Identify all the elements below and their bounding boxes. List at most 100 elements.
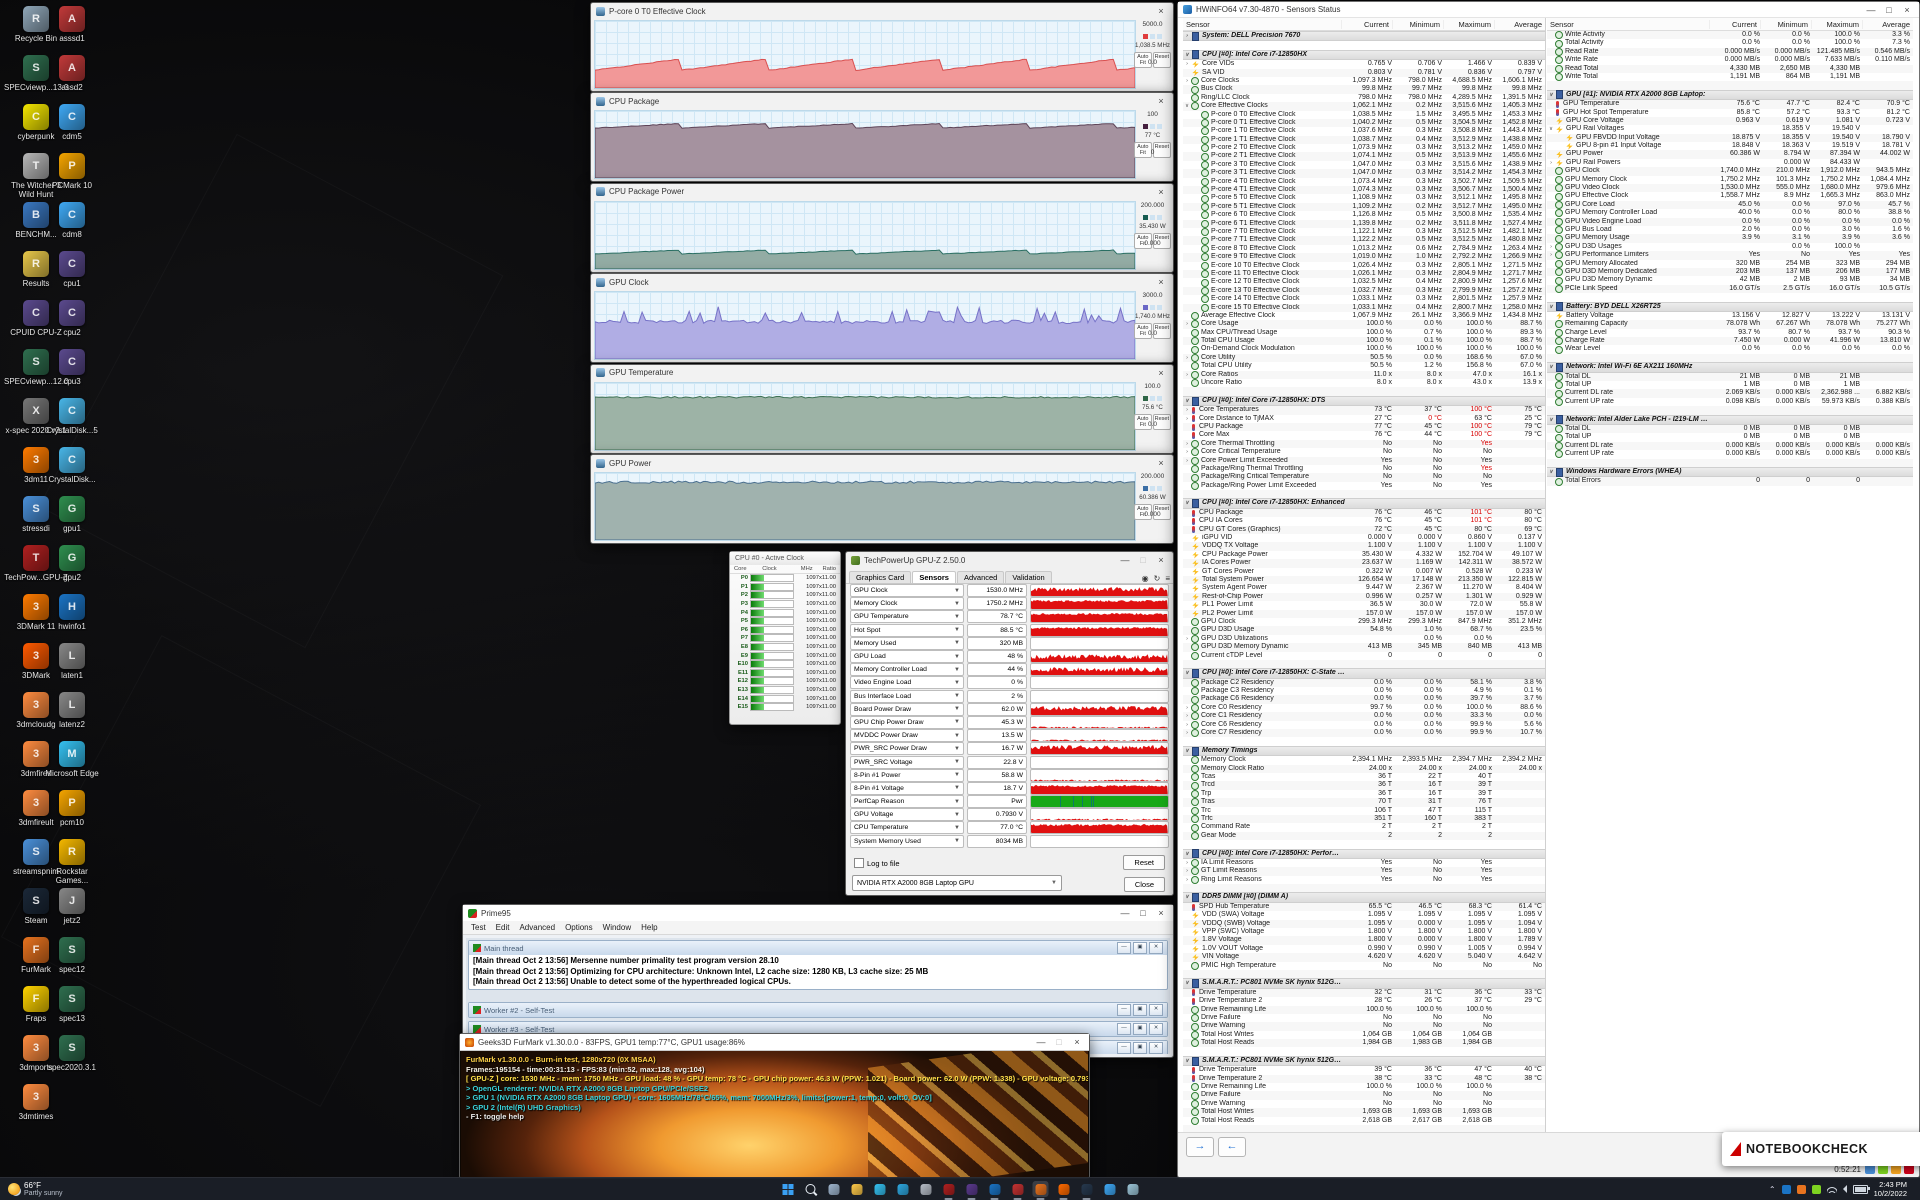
sensor-row[interactable]: VDDQ TX Voltage1.100 V1.100 V1.100 V1.10… bbox=[1183, 542, 1545, 550]
desktop-icon-cdm5[interactable]: Ccdm5 bbox=[40, 104, 104, 141]
sensor-row[interactable]: Average Effective Clock1,067.9 MHz26.1 M… bbox=[1183, 312, 1545, 320]
desktop-icon-assd2[interactable]: Aassd2 bbox=[40, 55, 104, 92]
close-icon[interactable]: × bbox=[1900, 5, 1914, 15]
menu-window[interactable]: Window bbox=[603, 923, 631, 932]
sensor-row[interactable]: Trp36 T16 T39 T bbox=[1183, 790, 1545, 798]
sensor-row[interactable]: Write Total1,191 MB864 MB1,191 MB bbox=[1547, 73, 1913, 81]
sensor-dropdown[interactable]: Memory Clock▼ bbox=[850, 597, 964, 610]
sensor-row[interactable]: E-core 13 T0 Effective Clock1,032.7 MHz0… bbox=[1183, 287, 1545, 295]
sensor-row[interactable]: Drive Remaining Life100.0 %100.0 %100.0 … bbox=[1183, 1083, 1545, 1091]
sensor-row[interactable]: ›Core Critical TemperatureNoNoNo bbox=[1183, 448, 1545, 456]
sensor-row[interactable]: Package/Ring Critical TemperatureNoNoNo bbox=[1183, 473, 1545, 481]
menu-icon[interactable]: ≡ bbox=[1165, 574, 1170, 583]
expand-icon[interactable]: ∨ bbox=[1547, 468, 1555, 476]
sensor-row[interactable]: P-core 0 T1 Effective Clock1,040.2 MHz0.… bbox=[1183, 119, 1545, 127]
sensor-row[interactable]: Package C3 Residency0.0 %0.0 %4.9 %0.1 % bbox=[1183, 687, 1545, 695]
sensor-row[interactable]: GPU D3D Usage54.8 %1.0 %68.7 %23.5 % bbox=[1183, 626, 1545, 634]
close-icon[interactable]: × bbox=[1154, 458, 1168, 468]
taskbar-icon-notepad[interactable] bbox=[1125, 1181, 1141, 1197]
sensor-row[interactable]: ›Core C7 Residency0.0 %0.0 %99.9 %10.7 % bbox=[1183, 729, 1545, 737]
sensor-section-row[interactable]: ∨Network: Intel Alder Lake PCH - I219-LM… bbox=[1547, 415, 1913, 425]
sensor-row[interactable]: GPU Memory Usage3.9 %3.1 %3.9 %3.6 % bbox=[1547, 234, 1913, 242]
sensor-row[interactable]: Total Host Writes1,693 GB1,693 GB1,693 G… bbox=[1183, 1108, 1545, 1116]
sensor-row[interactable]: ›GPU Performance LimitersYesNoYesYes bbox=[1547, 251, 1913, 259]
close-button[interactable]: Close bbox=[1124, 877, 1165, 892]
taskbar-icon-file-explorer[interactable] bbox=[849, 1181, 865, 1197]
close-icon[interactable]: × bbox=[1070, 1037, 1084, 1047]
taskbar-icon-3dmark[interactable] bbox=[1056, 1181, 1072, 1197]
desktop-icon-asssd1[interactable]: Aasssd1 bbox=[40, 6, 104, 43]
sensor-row[interactable]: Total UP1 MB0 MB1 MB bbox=[1547, 381, 1913, 389]
expand-icon[interactable]: › bbox=[1183, 440, 1191, 448]
minimize-icon[interactable]: — bbox=[1034, 1037, 1048, 1047]
sensor-row[interactable]: P-core 5 T1 Effective Clock1,109.2 MHz0.… bbox=[1183, 203, 1545, 211]
menu-options[interactable]: Options bbox=[565, 923, 593, 932]
desktop-icon-spec2020-3-1[interactable]: Sspec2020.3.1 bbox=[40, 1035, 104, 1072]
gpuz-window[interactable]: TechPowerUp GPU-Z 2.50.0 — □ × Graphics … bbox=[845, 551, 1174, 896]
sensor-row[interactable]: ›Core C6 Residency0.0 %0.0 %99.9 %5.6 % bbox=[1183, 721, 1545, 729]
sensor-row[interactable]: Charge Rate7.450 W0.000 W41.996 W13.810 … bbox=[1547, 337, 1913, 345]
taskbar-icon-crystal-disk[interactable] bbox=[1102, 1181, 1118, 1197]
sensor-row[interactable]: Total Host Writes1,064 GB1,064 GB1,064 G… bbox=[1183, 1031, 1545, 1039]
expand-icon[interactable]: › bbox=[1183, 729, 1191, 737]
sensor-row[interactable]: Trcd36 T16 T39 T bbox=[1183, 781, 1545, 789]
furmark-tray-icon[interactable] bbox=[1797, 1185, 1806, 1194]
taskbar-icon-prime95[interactable] bbox=[1010, 1181, 1026, 1197]
desktop-icon-microsoft-edge[interactable]: MMicrosoft Edge bbox=[40, 741, 104, 778]
legend-swatch[interactable] bbox=[1157, 486, 1162, 491]
sensor-dropdown[interactable]: GPU Load▼ bbox=[850, 650, 964, 663]
expand-icon[interactable]: › bbox=[1183, 320, 1191, 328]
graph-window-5[interactable]: GPU Temperature×100.075.6 °CAuto FitRese… bbox=[590, 364, 1174, 454]
sensor-row[interactable]: VPP (SWC) Voltage1.800 V1.800 V1.800 V1.… bbox=[1183, 928, 1545, 936]
legend-swatch[interactable] bbox=[1150, 305, 1155, 310]
sensor-row[interactable]: Memory Clock Ratio24.00 x24.00 x24.00 x2… bbox=[1183, 765, 1545, 773]
expand-icon[interactable]: › bbox=[1183, 415, 1191, 423]
legend-swatch[interactable] bbox=[1150, 34, 1155, 39]
sensor-section-row[interactable]: ∨S.M.A.R.T.: PC801 NVMe SK hynix 512GB (… bbox=[1183, 1056, 1545, 1066]
sensor-row[interactable]: GPU FBVDD Input Voltage18.875 V18.355 V1… bbox=[1547, 134, 1913, 142]
sensor-section-row[interactable]: ∨Network: Intel Wi-Fi 6E AX211 160MHz bbox=[1547, 362, 1913, 372]
sensor-row[interactable]: ›Core Distance to TjMAX27 °C0 °C63 °C25 … bbox=[1183, 415, 1545, 423]
graph-window-2[interactable]: CPU Package×10077 °CAuto FitReset0 bbox=[590, 92, 1174, 182]
taskbar-icon-store[interactable] bbox=[895, 1181, 911, 1197]
legend-swatch[interactable] bbox=[1143, 486, 1148, 491]
desktop-icon-cpu2[interactable]: Ccpu2 bbox=[40, 300, 104, 337]
expand-icon[interactable]: ∨ bbox=[1183, 1057, 1191, 1065]
sensor-row[interactable]: SPD Hub Temperature65.5 °C46.5 °C68.3 °C… bbox=[1183, 903, 1545, 911]
sensor-row[interactable]: Gear Mode222 bbox=[1183, 832, 1545, 840]
sensor-row[interactable]: Ring/LLC Clock798.0 MHz798.0 MHz4,289.5 … bbox=[1183, 94, 1545, 102]
restore-icon[interactable]: ▣ bbox=[1133, 1042, 1147, 1054]
expand-icon[interactable]: ∨ bbox=[1183, 850, 1191, 858]
sensor-row[interactable]: VDDQ (SWB) Voltage1.095 V0.000 V1.095 V1… bbox=[1183, 920, 1545, 928]
sensor-dropdown[interactable]: PWR_SRC Voltage▼ bbox=[850, 756, 964, 769]
expand-icon[interactable]: ∨ bbox=[1183, 102, 1191, 110]
expand-icon[interactable]: › bbox=[1183, 60, 1191, 68]
sensor-row[interactable]: Total UP0 MB0 MB0 MB bbox=[1547, 433, 1913, 441]
sensor-row[interactable]: Current DL rate2.069 KB/s0.000 KB/s2,362… bbox=[1547, 389, 1913, 397]
taskbar-icon-start[interactable] bbox=[780, 1181, 796, 1197]
sensor-row[interactable]: ›GPU Rail Powers0.000 W84.433 W bbox=[1547, 159, 1913, 167]
taskbar-icon-settings[interactable] bbox=[918, 1181, 934, 1197]
legend-swatch[interactable] bbox=[1157, 396, 1162, 401]
sensor-row[interactable]: Total System Power126.654 W17.148 W213.3… bbox=[1183, 576, 1545, 584]
camera-icon[interactable]: ◉ bbox=[1142, 574, 1149, 583]
taskbar-icon-search[interactable] bbox=[803, 1181, 819, 1197]
sensor-row[interactable]: CPU IA Cores76 °C45 °C101 °C80 °C bbox=[1183, 517, 1545, 525]
sensor-row[interactable]: GPU Clock1,740.0 MHz210.0 MHz1,912.0 MHz… bbox=[1547, 167, 1913, 175]
sensor-row[interactable]: CPU Package Power35.430 W4.332 W152.704 … bbox=[1183, 551, 1545, 559]
expand-icon[interactable]: ∨ bbox=[1547, 303, 1555, 311]
sensor-row[interactable]: ›Core VIDs0.765 V0.706 V1.466 V0.839 V bbox=[1183, 60, 1545, 68]
close-icon[interactable]: × bbox=[1154, 368, 1168, 378]
sensor-dropdown[interactable]: PerfCap Reason▼ bbox=[850, 795, 964, 808]
desktop-icon-hwinfo1[interactable]: Hhwinfo1 bbox=[40, 594, 104, 631]
sensor-row[interactable]: E-core 10 T0 Effective Clock1,026.4 MHz0… bbox=[1183, 262, 1545, 270]
taskbar-clock[interactable]: 2:43 PM 10/2/2022 bbox=[1874, 1180, 1907, 1198]
sensor-dropdown[interactable]: PWR_SRC Power Draw▼ bbox=[850, 742, 964, 755]
close-icon[interactable]: ✕ bbox=[1149, 1023, 1163, 1035]
expand-icon[interactable]: › bbox=[1183, 354, 1191, 362]
sensor-row[interactable]: Package C2 Residency0.0 %0.0 %58.1 %3.8 … bbox=[1183, 679, 1545, 687]
sensor-row[interactable]: PL2 Power Limit157.0 W157.0 W157.0 W157.… bbox=[1183, 610, 1545, 618]
graph-window-4[interactable]: GPU Clock×3000.01,740.0 MHzAuto FitReset… bbox=[590, 273, 1174, 363]
sensor-row[interactable]: ∨GPU Rail Voltages18.355 V19.540 V bbox=[1547, 125, 1913, 133]
desktop-icon-laten1[interactable]: Llaten1 bbox=[40, 643, 104, 680]
